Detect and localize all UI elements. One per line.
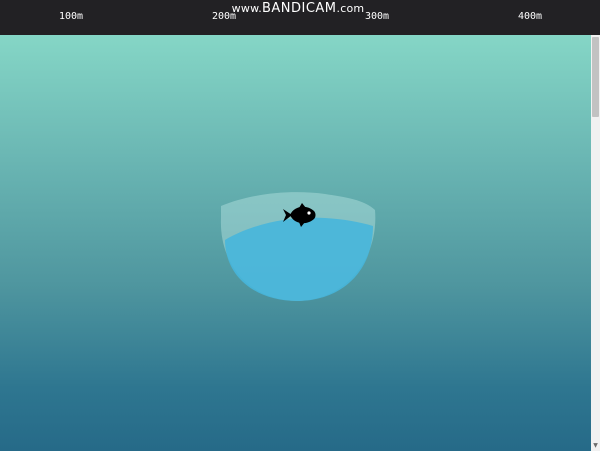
watermark-brand: BANDICAM (261, 1, 337, 16)
scrollbar-thumb[interactable] (592, 37, 599, 117)
scroll-down-icon[interactable]: ▼ (591, 441, 600, 451)
recording-watermark: www.BANDICAM.com (232, 2, 365, 15)
depth-mark-400: 400m (517, 11, 543, 22)
game-screen: 100m 200m 300m 400m www.BANDICAM.com ▲ ▼ (0, 0, 600, 451)
vertical-scrollbar[interactable]: ▲ ▼ (591, 35, 600, 451)
depth-mark-100: 100m (58, 11, 84, 22)
watermark-prefix: www. (231, 2, 262, 15)
depth-bar: 100m 200m 300m 400m www.BANDICAM.com (0, 0, 600, 35)
fishbowl-icon[interactable] (215, 188, 380, 306)
depth-mark-300: 300m (364, 11, 390, 22)
watermark-suffix: .com (336, 2, 365, 15)
